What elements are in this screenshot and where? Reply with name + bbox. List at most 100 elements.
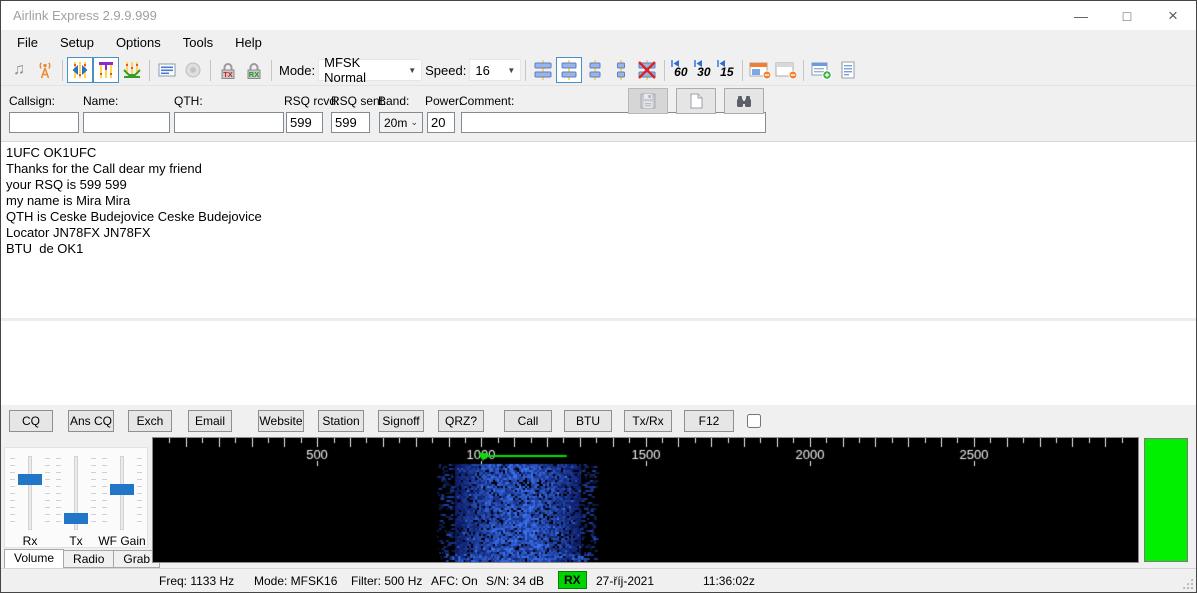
slider-track[interactable] bbox=[28, 456, 32, 530]
logbook-icon[interactable] bbox=[834, 57, 860, 83]
status-bar: Freq: 1133 Hz Mode: MFSK16 Filter: 500 H… bbox=[1, 568, 1196, 592]
speed-label: Speed: bbox=[425, 62, 467, 78]
hide-rx-window-icon[interactable] bbox=[747, 57, 773, 83]
skip-back-icon bbox=[694, 60, 703, 67]
tx-lock-icon[interactable]: TX bbox=[215, 57, 241, 83]
status-afc: AFC: On bbox=[431, 574, 478, 588]
wf-gain-slider-label: WF Gain bbox=[98, 534, 146, 548]
toolbar-separator bbox=[271, 59, 272, 81]
name-label: Name: bbox=[83, 94, 119, 108]
macro-exch-button[interactable]: Exch bbox=[128, 410, 172, 432]
bandwidth-clear-icon[interactable] bbox=[634, 57, 660, 83]
wf-gain-slider[interactable] bbox=[100, 456, 144, 530]
band-select[interactable]: 20m ⌄ bbox=[379, 112, 423, 133]
qth-field[interactable] bbox=[174, 112, 284, 133]
antenna-icon[interactable] bbox=[32, 57, 58, 83]
floppy-disk-icon bbox=[640, 93, 656, 109]
slider-ticks bbox=[102, 458, 107, 528]
macro-qrz-button[interactable]: QRZ? bbox=[438, 410, 484, 432]
slider-handle[interactable] bbox=[64, 513, 88, 524]
replay-60-button[interactable]: 60 bbox=[669, 58, 692, 82]
title-bar: Airlink Express 2.9.9.999 — □ × bbox=[1, 1, 1196, 30]
bandwidth-narrowest-icon[interactable] bbox=[608, 57, 634, 83]
bandwidth-narrow-icon[interactable] bbox=[582, 57, 608, 83]
menu-bar: File Setup Options Tools Help bbox=[1, 30, 1196, 55]
mode-select[interactable]: MFSK Normal ▼ bbox=[318, 55, 423, 85]
rx-lock-icon[interactable]: RX bbox=[241, 57, 267, 83]
macro-email-button[interactable]: Email bbox=[188, 410, 232, 432]
save-qso-button[interactable] bbox=[628, 88, 668, 114]
macro-signoff-button[interactable]: Signoff bbox=[378, 410, 424, 432]
qth-label: QTH: bbox=[174, 94, 203, 108]
close-button[interactable]: × bbox=[1150, 1, 1196, 30]
tx-volume-slider[interactable] bbox=[54, 456, 98, 530]
waterfall-canvas[interactable] bbox=[153, 438, 1138, 562]
net-icon[interactable] bbox=[93, 57, 119, 83]
macro-website-button[interactable]: Website bbox=[258, 410, 304, 432]
toolbar-separator bbox=[210, 59, 211, 81]
skip-back-icon bbox=[671, 60, 680, 67]
tx-text-area[interactable] bbox=[1, 321, 1196, 405]
slider-ticks bbox=[45, 458, 50, 528]
svg-text:RX: RX bbox=[249, 70, 259, 79]
resize-grip-icon[interactable] bbox=[1182, 578, 1193, 589]
toolbar-separator bbox=[742, 59, 744, 81]
toolbar-separator bbox=[803, 59, 805, 81]
callsign-field[interactable] bbox=[9, 112, 79, 133]
status-filter: Filter: 500 Hz bbox=[351, 574, 423, 588]
macro-btu-button[interactable]: BTU bbox=[564, 410, 612, 432]
menu-setup[interactable]: Setup bbox=[49, 35, 105, 50]
app-window: Airlink Express 2.9.9.999 — □ × File Set… bbox=[0, 0, 1197, 593]
squelch-icon[interactable] bbox=[119, 57, 145, 83]
new-qso-button[interactable] bbox=[676, 88, 716, 114]
log-window-icon[interactable] bbox=[154, 57, 180, 83]
record-icon[interactable] bbox=[180, 57, 206, 83]
menu-tools[interactable]: Tools bbox=[172, 35, 224, 50]
speed-value: 16 bbox=[475, 62, 490, 78]
menu-options[interactable]: Options bbox=[105, 35, 172, 50]
tab-volume[interactable]: Volume bbox=[4, 549, 65, 568]
name-field[interactable] bbox=[83, 112, 170, 133]
rx-text-area[interactable]: 1UFC OK1UFC Thanks for the Call dear my … bbox=[1, 141, 1196, 318]
rsq-sent-field[interactable] bbox=[331, 112, 370, 133]
bottom-section: Rx Tx WF Gain Volume Radio Grab bbox=[1, 437, 1196, 568]
macro-f12-button[interactable]: F12 bbox=[684, 410, 734, 432]
comment-field[interactable] bbox=[461, 112, 766, 133]
status-snr: S/N: 34 dB bbox=[486, 574, 545, 588]
status-mode: Mode: MFSK16 bbox=[254, 574, 338, 588]
bandwidth-normal-icon[interactable] bbox=[556, 57, 583, 83]
speed-select[interactable]: 16 ▼ bbox=[469, 59, 522, 81]
macro-option-checkbox[interactable] bbox=[747, 414, 761, 428]
macro-call-button[interactable]: Call bbox=[504, 410, 552, 432]
slider-handle[interactable] bbox=[110, 484, 134, 495]
macro-station-button[interactable]: Station bbox=[318, 410, 364, 432]
menu-file[interactable]: File bbox=[6, 35, 49, 50]
slider-ticks bbox=[137, 458, 142, 528]
sound-notes-icon[interactable]: ♫ bbox=[6, 57, 32, 83]
status-freq: Freq: 1133 Hz bbox=[159, 574, 235, 588]
power-field[interactable] bbox=[427, 112, 455, 133]
maximize-button[interactable]: □ bbox=[1104, 1, 1150, 30]
hide-tx-window-icon[interactable] bbox=[773, 57, 799, 83]
menu-help[interactable]: Help bbox=[224, 35, 273, 50]
slider-handle[interactable] bbox=[18, 474, 42, 485]
replay-30-button[interactable]: 30 bbox=[692, 58, 715, 82]
slider-ticks bbox=[56, 458, 61, 528]
power-label: Power: bbox=[425, 94, 463, 108]
macro-anscq-button[interactable]: Ans CQ bbox=[68, 410, 114, 432]
chevron-down-icon: ▼ bbox=[507, 65, 516, 75]
rx-volume-slider[interactable] bbox=[8, 456, 52, 530]
rsq-rcvd-field[interactable] bbox=[286, 112, 323, 133]
afc-icon[interactable] bbox=[67, 57, 93, 83]
add-log-entry-icon[interactable] bbox=[808, 57, 834, 83]
macro-txrx-button[interactable]: Tx/Rx bbox=[624, 410, 672, 432]
waterfall-display[interactable] bbox=[152, 437, 1139, 563]
replay-15-button[interactable]: 15 bbox=[715, 58, 738, 82]
search-log-button[interactable] bbox=[724, 88, 764, 114]
toolbar-separator bbox=[62, 59, 63, 81]
minimize-button[interactable]: — bbox=[1058, 1, 1104, 30]
tab-radio[interactable]: Radio bbox=[64, 550, 115, 568]
macro-cq-button[interactable]: CQ bbox=[9, 410, 53, 432]
bandwidth-wide-icon[interactable] bbox=[530, 57, 556, 83]
mixer-panel: Rx Tx WF Gain bbox=[4, 447, 148, 548]
